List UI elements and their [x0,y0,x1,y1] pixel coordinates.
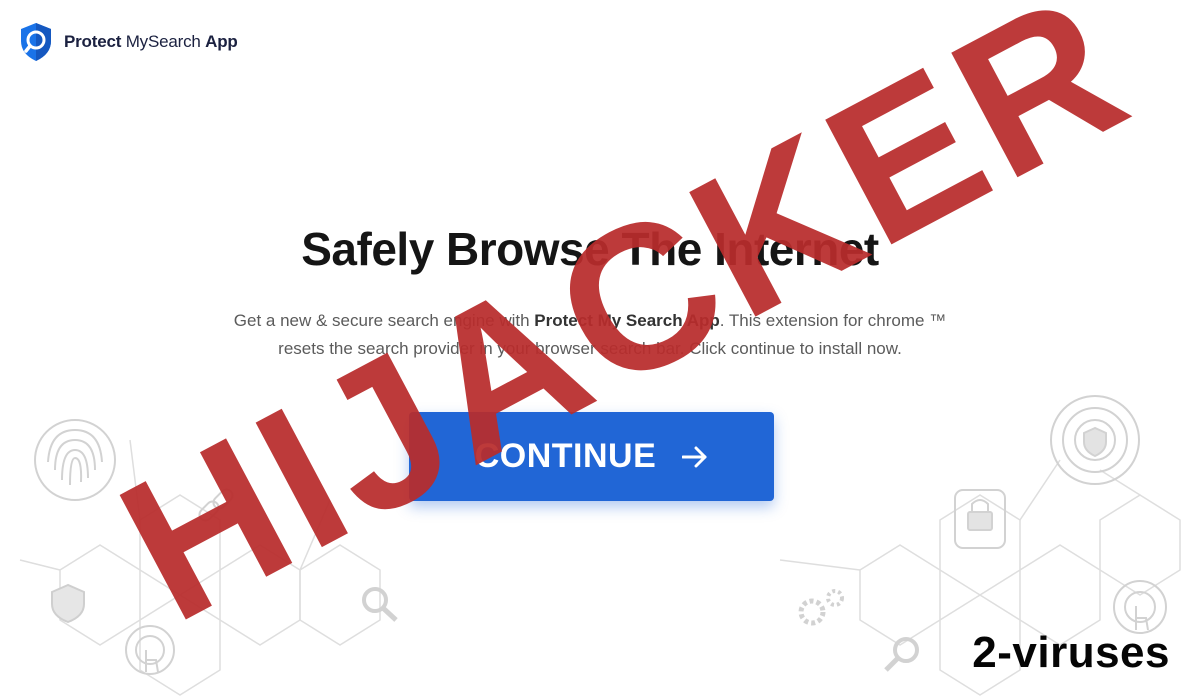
lock-icon [954,489,1006,549]
brand-logo[interactable]: Protect MySearch App [18,22,238,62]
site-watermark: 2-viruses [972,628,1170,677]
brand-name-suffix: App [205,32,238,51]
shield-icon [51,583,85,624]
arrow-right-icon [682,446,707,467]
touch-icon [1113,580,1167,634]
brand-name-light: MySearch [125,32,201,51]
brand-name-strong: Protect [64,32,122,51]
install-landing-page: Protect MySearch App Safely Browse The I… [0,0,1200,700]
gears-icon [798,589,844,626]
brand-name: Protect MySearch App [64,32,238,52]
shield-search-icon [21,23,51,61]
shield-icon [1050,395,1140,485]
touch-icon [125,625,175,675]
